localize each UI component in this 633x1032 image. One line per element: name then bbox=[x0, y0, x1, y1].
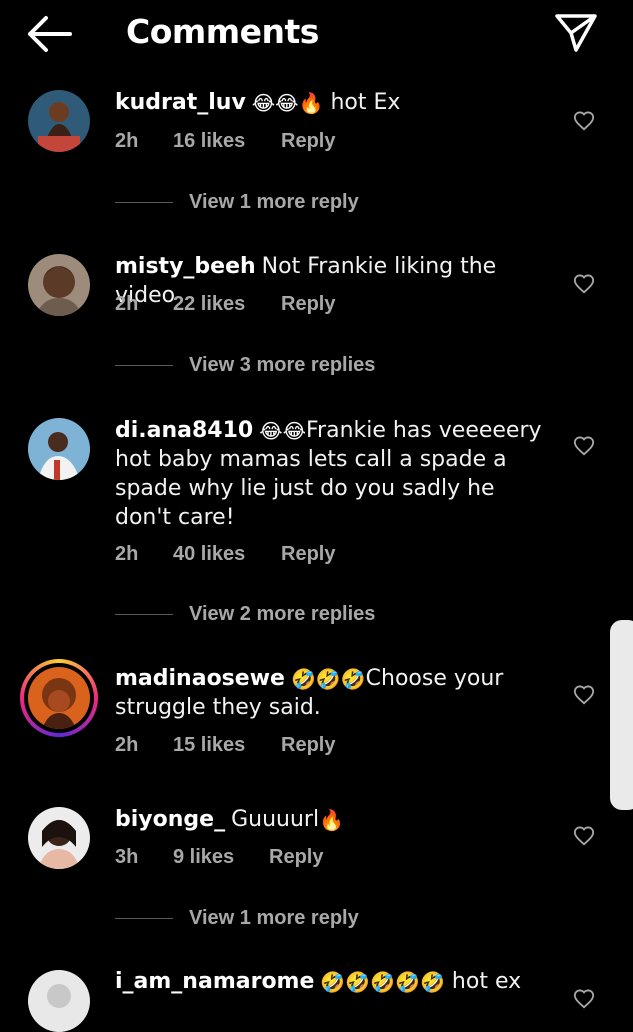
comment-meta: 2h 22 likes Reply bbox=[115, 293, 335, 316]
comment-text-block: madinaosewe 🤣🤣🤣Choose your struggle they … bbox=[115, 664, 545, 722]
heart-icon[interactable] bbox=[573, 110, 595, 132]
comment-time: 2h bbox=[115, 293, 139, 315]
comment-text: Guuuurl bbox=[231, 807, 320, 832]
reply-button[interactable]: Reply bbox=[269, 846, 323, 869]
send-icon[interactable] bbox=[554, 12, 598, 54]
comment-likes[interactable]: 15 likes bbox=[173, 734, 281, 757]
comment-username[interactable]: biyonge_ bbox=[115, 807, 225, 832]
reply-divider bbox=[115, 365, 173, 367]
comment-time: 3h bbox=[115, 846, 139, 868]
comment-text-block: di.ana8410 😂😂Frankie has veeeeery hot bab… bbox=[115, 416, 545, 532]
avatar[interactable] bbox=[28, 970, 90, 1032]
comment-username[interactable]: kudrat_luv bbox=[115, 90, 246, 115]
comment-username[interactable]: misty_beeh bbox=[115, 254, 256, 279]
avatar[interactable] bbox=[28, 90, 90, 152]
view-replies-button[interactable]: View 3 more replies bbox=[115, 354, 375, 377]
comment-meta: 3h 9 likes Reply bbox=[115, 846, 323, 869]
view-replies-label: View 1 more reply bbox=[189, 907, 359, 929]
view-replies-button[interactable]: View 1 more reply bbox=[115, 907, 359, 930]
scroll-handle[interactable] bbox=[610, 620, 633, 810]
reply-button[interactable]: Reply bbox=[281, 130, 335, 153]
heart-icon[interactable] bbox=[573, 273, 595, 295]
header: Comments bbox=[0, 0, 633, 66]
comment-text: hot ex bbox=[451, 969, 522, 994]
avatar[interactable] bbox=[28, 254, 90, 316]
reply-button[interactable]: Reply bbox=[281, 734, 335, 757]
comment-username[interactable]: di.ana8410 bbox=[115, 418, 253, 443]
avatar-inner bbox=[24, 663, 94, 733]
avatar-story[interactable] bbox=[20, 659, 98, 737]
comment-time: 2h bbox=[115, 130, 139, 152]
view-replies-label: View 2 more replies bbox=[189, 603, 376, 625]
reply-divider bbox=[115, 918, 173, 920]
view-replies-button[interactable]: View 1 more reply bbox=[115, 191, 359, 214]
comment-likes[interactable]: 16 likes bbox=[173, 130, 281, 153]
comment-text-block: i_am_namarome 🤣🤣🤣🤣🤣 hot ex bbox=[115, 967, 545, 996]
page-title: Comments bbox=[126, 12, 319, 51]
comment-emoji: 🤣🤣🤣🤣🤣 bbox=[320, 970, 445, 994]
comment-emoji: 😂😂🔥 bbox=[251, 91, 324, 115]
comment-text-block: kudrat_luv 😂😂🔥 hot Ex bbox=[115, 88, 545, 117]
reply-button[interactable]: Reply bbox=[281, 293, 335, 316]
comment-text: hot Ex bbox=[330, 90, 401, 115]
comment-emoji: 🤣🤣🤣 bbox=[290, 667, 366, 691]
heart-icon[interactable] bbox=[573, 435, 595, 457]
heart-icon[interactable] bbox=[573, 684, 595, 706]
avatar[interactable] bbox=[28, 807, 90, 869]
comment-likes[interactable]: 40 likes bbox=[173, 543, 281, 566]
reply-divider bbox=[115, 614, 173, 616]
view-replies-button[interactable]: View 2 more replies bbox=[115, 603, 375, 626]
comment-meta: 2h 15 likes Reply bbox=[115, 734, 335, 757]
comment-likes[interactable]: 22 likes bbox=[173, 293, 281, 316]
view-replies-label: View 1 more reply bbox=[189, 191, 359, 213]
comment-likes[interactable]: 9 likes bbox=[173, 846, 269, 869]
comment-emoji: 😂😂 bbox=[259, 419, 306, 443]
comment-time: 2h bbox=[115, 734, 139, 756]
comment-time: 2h bbox=[115, 543, 139, 565]
back-arrow-icon[interactable] bbox=[26, 15, 72, 53]
comment-meta: 2h 16 likes Reply bbox=[115, 130, 335, 153]
comment-text-block: biyonge_ Guuuurl🔥 bbox=[115, 805, 545, 834]
view-replies-label: View 3 more replies bbox=[189, 354, 376, 376]
comment-username[interactable]: madinaosewe bbox=[115, 666, 285, 691]
heart-icon[interactable] bbox=[573, 825, 595, 847]
comment-emoji: 🔥 bbox=[319, 808, 344, 832]
avatar[interactable] bbox=[28, 418, 90, 480]
reply-divider bbox=[115, 202, 173, 204]
comment-username[interactable]: i_am_namarome bbox=[115, 969, 314, 994]
heart-icon[interactable] bbox=[573, 988, 595, 1010]
reply-button[interactable]: Reply bbox=[281, 543, 335, 566]
comment-meta: 2h 40 likes Reply bbox=[115, 543, 335, 566]
